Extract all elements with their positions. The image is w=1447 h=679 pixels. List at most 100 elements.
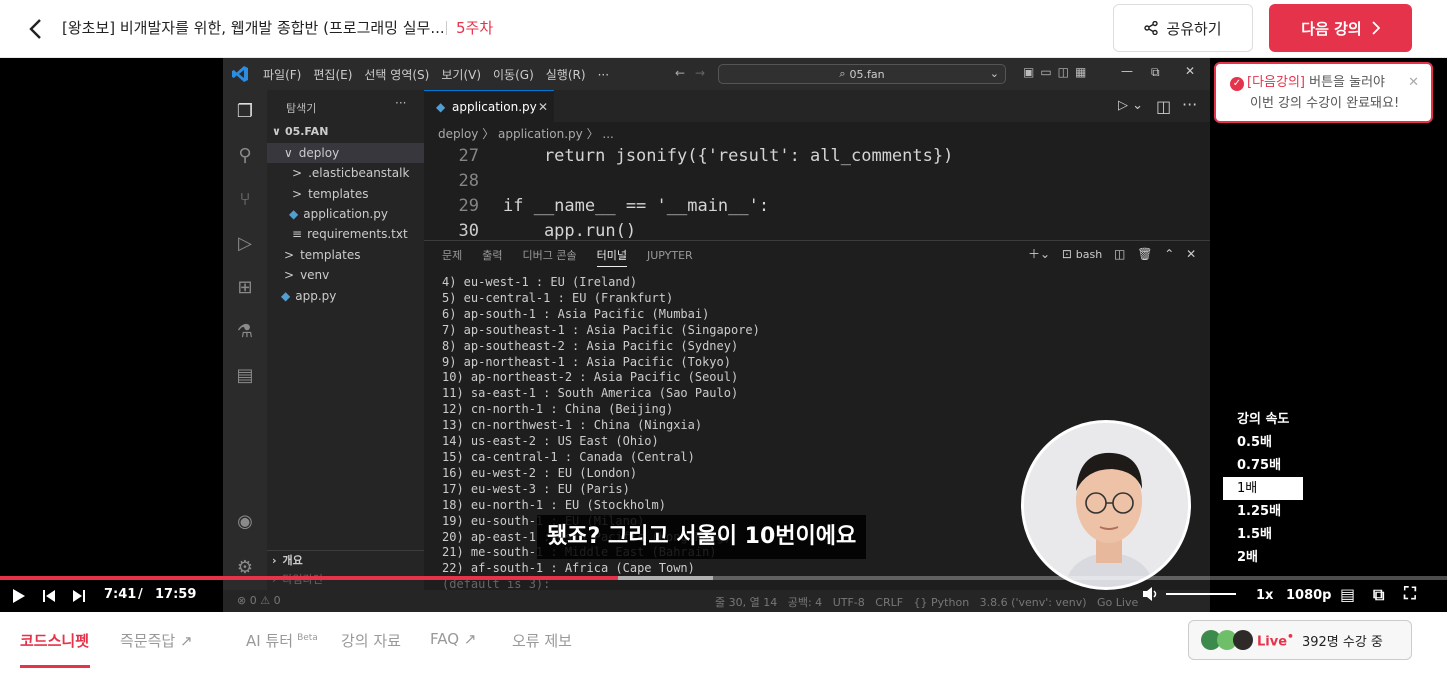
speed-option-selected[interactable]: 1배 — [1223, 477, 1303, 500]
tree-folder-venv[interactable]: > venv — [267, 265, 424, 285]
tab-label: 강의 자료 — [341, 632, 401, 650]
code-text: app.run() — [503, 221, 637, 241]
tab-ai-tutor[interactable]: AI 튜터 Beta — [246, 630, 318, 651]
testing-icon: ⚗ — [236, 321, 254, 342]
speed-button[interactable]: 1x — [1256, 588, 1273, 603]
editor-tabs: ◆ application.py ✕ ▷ ⌄ ◫ ··· — [424, 90, 1210, 122]
tree-label: 05.FAN — [284, 125, 329, 138]
speed-menu-title: 강의 속도 — [1237, 412, 1290, 427]
subtitles-icon[interactable]: ▤ — [1340, 585, 1355, 604]
outline-section[interactable]: › 개요 — [267, 550, 424, 570]
tree-folder-templates[interactable]: > templates — [267, 184, 424, 204]
live-viewers[interactable]: Live• 392명 수강 중 — [1188, 620, 1412, 660]
tree-label: templates — [308, 187, 369, 201]
nav-back-icon: ← — [675, 66, 686, 80]
speed-option[interactable]: 0.75배 — [1223, 454, 1303, 477]
tree-label: templates — [300, 248, 361, 262]
quality-button[interactable]: 1080p — [1286, 588, 1332, 603]
tab-output[interactable]: 출력 — [482, 249, 502, 262]
run-debug-icon: ▷ — [238, 233, 252, 254]
instructor-avatar — [1024, 423, 1188, 587]
tree-label: requirements.txt — [307, 227, 408, 241]
pip-icon[interactable]: ⧉ — [1373, 585, 1384, 605]
terminal-icon: ⊡ — [1061, 247, 1072, 261]
play-icon[interactable] — [12, 588, 26, 604]
split-editor-icon: ◫ — [1156, 97, 1172, 116]
layout-icons: ▣▭◫▦ — [1023, 65, 1093, 79]
chevron-left-icon — [29, 19, 41, 39]
menu-selection[interactable]: 선택 영역(S) — [364, 68, 429, 82]
tree-folder-elasticbeanstalk[interactable]: > .elasticbeanstalk — [267, 163, 424, 183]
next-lecture-button[interactable]: 다음 강의 — [1269, 4, 1412, 52]
tree-file-requirements[interactable]: ≡ requirements.txt — [267, 224, 424, 244]
share-button[interactable]: 공유하기 — [1113, 4, 1253, 52]
tab-jupyter[interactable]: JUPYTER — [647, 249, 693, 262]
tab-application[interactable]: ◆ application.py ✕ — [424, 90, 554, 122]
terminal-line: 16) eu-west-2 : EU (London) — [442, 465, 638, 480]
code-text: return jsonify({'result': all_comments}) — [503, 146, 954, 166]
tree-folder-templates-root[interactable]: > templates — [267, 245, 424, 265]
speed-option[interactable]: 1.25배 — [1223, 500, 1303, 523]
close-icon: ✕ — [537, 100, 548, 114]
video-player[interactable]: 파일(F) 편집(E) 선택 영역(S) 보기(V) 이동(G) 실행(R) ··· ← →… — [0, 58, 1447, 612]
menu-view[interactable]: 보기(V) — [441, 68, 481, 82]
tab-materials[interactable]: 강의 자료 — [341, 630, 401, 651]
duration: 17:59 — [155, 587, 197, 602]
vscode-menu: 파일(F) 편집(E) 선택 영역(S) 보기(V) 이동(G) 실행(R) ··· — [263, 66, 621, 83]
tab-code-snippet[interactable]: 코드스니펫 — [20, 630, 90, 668]
tree-root[interactable]: ∨ 05.FAN — [267, 122, 424, 142]
add-terminal-icon[interactable]: ＋⌄ — [1028, 247, 1050, 261]
tab-label: application.py — [452, 100, 537, 114]
volume-icon[interactable] — [1142, 586, 1160, 602]
shell-name[interactable]: bash — [1076, 248, 1102, 261]
code-text: if __name__ == '__main__': — [503, 196, 770, 216]
bottom-tab-bar: 코드스니펫 즉문즉답 ↗ AI 튜터 Beta 강의 자료 FAQ ↗ 오류 제보… — [0, 612, 1447, 679]
tree-folder-deploy[interactable]: ∨ deploy — [267, 143, 424, 163]
tree-file-application[interactable]: ◆ application.py — [267, 204, 424, 224]
split-terminal-icon[interactable]: ◫ — [1114, 247, 1125, 261]
toast-line2: 이번 강의 수강이 완료돼요! — [1250, 96, 1400, 111]
vscode-titlebar: 파일(F) 편집(E) 선택 영역(S) 보기(V) 이동(G) 실행(R) ··· ← →… — [223, 58, 1210, 90]
speed-option[interactable]: 0.5배 — [1223, 431, 1303, 454]
terminal-line: 14) us-east-2 : US East (Ohio) — [442, 434, 659, 449]
tab-faq[interactable]: FAQ ↗ — [430, 630, 476, 648]
close-icon[interactable]: ✕ — [1408, 72, 1419, 93]
tree-arrow: ∨ — [272, 125, 281, 138]
back-button[interactable] — [22, 16, 48, 42]
line-number: 27 — [458, 146, 479, 166]
menu-edit[interactable]: 편집(E) — [313, 68, 352, 82]
live-label: Live• — [1257, 630, 1294, 649]
previous-icon[interactable] — [42, 588, 56, 604]
close-panel-icon[interactable]: ✕ — [1186, 247, 1196, 261]
terminal-line: 7) ap-southeast-1 : Asia Pacific (Singap… — [442, 322, 760, 337]
tree-label: deploy — [298, 146, 340, 160]
maximize-panel-icon[interactable]: ⌃ — [1164, 247, 1174, 261]
chevron-down-icon: ⌄ — [989, 67, 999, 80]
speed-option[interactable]: 1.5배 — [1223, 523, 1303, 546]
tab-qna[interactable]: 즉문즉답 ↗ — [120, 630, 193, 651]
command-search: ⌕ 05.fan ⌄ — [718, 64, 1006, 84]
terminal-line: 11) sa-east-1 : South America (Sao Paulo… — [442, 386, 739, 401]
tab-debug-console[interactable]: 디버그 콘솔 — [523, 249, 577, 262]
speed-option[interactable]: 2배 — [1223, 546, 1303, 569]
menu-file[interactable]: 파일(F) — [263, 68, 301, 82]
tree-file-app[interactable]: ◆ app.py — [267, 286, 424, 306]
fullscreen-icon[interactable]: ⛶ — [1404, 584, 1416, 604]
python-icon: ◆ — [281, 289, 291, 303]
nav-forward-icon: → — [695, 66, 706, 80]
progress-bar[interactable] — [0, 576, 1447, 580]
explorer-title: 탐색기 — [286, 102, 317, 115]
files-icon: ❐ — [236, 101, 254, 122]
tab-problems[interactable]: 문제 — [442, 249, 462, 262]
menu-go[interactable]: 이동(G) — [493, 68, 534, 82]
trash-icon[interactable]: 🗑 — [1137, 247, 1152, 261]
search-text: 05.fan — [849, 67, 885, 81]
terminal-line: 4) eu-west-1 : EU (Ireland) — [442, 275, 638, 289]
tab-report-error[interactable]: 오류 제보 — [512, 630, 572, 651]
next-icon[interactable] — [72, 588, 86, 604]
tab-terminal[interactable]: 터미널 — [596, 249, 627, 267]
volume-slider[interactable] — [1166, 593, 1236, 595]
menu-more[interactable]: ··· — [598, 68, 609, 82]
current-time: 7:41 — [104, 587, 137, 602]
menu-run[interactable]: 실행(R) — [546, 68, 586, 82]
